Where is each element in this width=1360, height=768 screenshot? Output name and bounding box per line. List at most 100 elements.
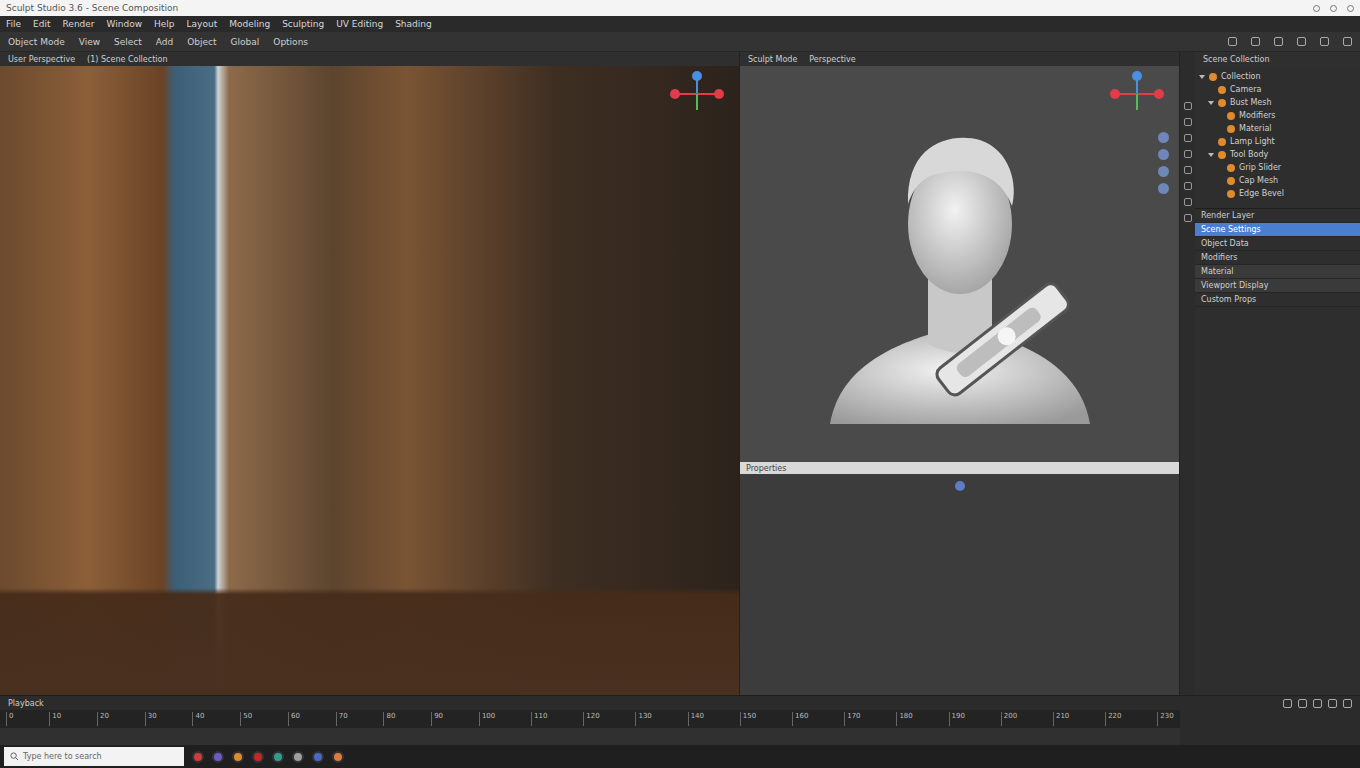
viewport-header: Sculpt ModePerspective bbox=[740, 52, 1179, 66]
menu-item[interactable]: Help bbox=[154, 19, 175, 29]
object-icon bbox=[1218, 99, 1226, 107]
playback-icon[interactable] bbox=[1283, 699, 1292, 708]
toolbar-item[interactable]: Object Mode bbox=[8, 37, 65, 47]
playback-icon[interactable] bbox=[1328, 699, 1337, 708]
menu-item[interactable]: File bbox=[6, 19, 21, 29]
maximize-icon[interactable] bbox=[1330, 5, 1337, 12]
tool-icon[interactable] bbox=[1320, 37, 1329, 46]
object-icon bbox=[1218, 86, 1226, 94]
timeline-tick: 150 bbox=[740, 712, 756, 726]
panel-divider[interactable]: Properties bbox=[740, 462, 1179, 474]
outliner-item[interactable]: Grip Slider bbox=[1199, 161, 1356, 174]
outliner-item[interactable]: Cap Mesh bbox=[1199, 174, 1356, 187]
app-icon[interactable] bbox=[232, 751, 244, 763]
app-icon[interactable] bbox=[332, 751, 344, 763]
menu-item[interactable]: Render bbox=[63, 19, 95, 29]
axis-gizmo-icon[interactable] bbox=[1107, 70, 1167, 114]
timeline-tick: 190 bbox=[949, 712, 965, 726]
menu-item[interactable]: Modeling bbox=[229, 19, 270, 29]
taskbar-search[interactable]: Type here to search bbox=[4, 747, 184, 766]
tool-icon[interactable] bbox=[1343, 37, 1352, 46]
close-icon[interactable] bbox=[1347, 5, 1354, 12]
outliner-label: Camera bbox=[1230, 85, 1261, 94]
outliner-tree: Collection Camera Bust Mesh ModifiersMateri… bbox=[1195, 66, 1360, 209]
tool-icon[interactable] bbox=[1297, 37, 1306, 46]
toolbar-item[interactable]: Add bbox=[156, 37, 173, 47]
timeline-tick: 120 bbox=[583, 712, 599, 726]
app-icon[interactable] bbox=[212, 751, 224, 763]
tab-icon[interactable] bbox=[1184, 150, 1192, 158]
left-viewport: User Perspective(1) Scene Collection bbox=[0, 52, 740, 695]
outliner-item[interactable]: Camera bbox=[1199, 83, 1356, 96]
timeline-tick: 40 bbox=[192, 712, 204, 726]
menu-item[interactable]: Shading bbox=[395, 19, 432, 29]
app-icon[interactable] bbox=[312, 751, 324, 763]
outliner-item[interactable]: Material bbox=[1199, 122, 1356, 135]
nav-icon[interactable] bbox=[1158, 132, 1169, 143]
playback-icon[interactable] bbox=[1298, 699, 1307, 708]
tool-icon[interactable] bbox=[1274, 37, 1283, 46]
tab-icon[interactable] bbox=[1184, 134, 1192, 142]
menu-item[interactable]: Sculpting bbox=[282, 19, 324, 29]
menu-item[interactable]: Window bbox=[107, 19, 143, 29]
tab-icon[interactable] bbox=[1184, 102, 1192, 110]
timeline-tick: 80 bbox=[383, 712, 395, 726]
playback-icon[interactable] bbox=[1313, 699, 1322, 708]
expand-icon[interactable] bbox=[1199, 75, 1205, 79]
timeline-track[interactable] bbox=[0, 728, 1180, 745]
property-row[interactable]: Render Layer bbox=[1195, 209, 1360, 223]
toolbar-item[interactable]: Select bbox=[114, 37, 142, 47]
outliner-item[interactable]: Bust Mesh bbox=[1199, 96, 1356, 109]
bust-model-icon[interactable] bbox=[810, 94, 1110, 434]
app-icon[interactable] bbox=[272, 751, 284, 763]
menu-item[interactable]: UV Editing bbox=[336, 19, 383, 29]
toolbar-item[interactable]: Global bbox=[231, 37, 260, 47]
outliner-item[interactable]: Tool Body bbox=[1199, 148, 1356, 161]
tab-icon[interactable] bbox=[1184, 166, 1192, 174]
property-row[interactable]: Viewport Display bbox=[1195, 279, 1360, 293]
outliner-item[interactable]: Modifiers bbox=[1199, 109, 1356, 122]
nav-icon[interactable] bbox=[1158, 149, 1169, 160]
playback-icon[interactable] bbox=[1343, 699, 1352, 708]
menu-item[interactable]: Edit bbox=[33, 19, 50, 29]
app-icon[interactable] bbox=[252, 751, 264, 763]
object-icon bbox=[1227, 177, 1235, 185]
outliner-item[interactable]: Collection bbox=[1199, 70, 1356, 83]
tab-icon[interactable] bbox=[1184, 198, 1192, 206]
app-icon[interactable] bbox=[192, 751, 204, 763]
menu-item[interactable]: Layout bbox=[187, 19, 218, 29]
property-tabs bbox=[1180, 52, 1195, 695]
outliner-item[interactable]: Lamp Light bbox=[1199, 135, 1356, 148]
outliner-label: Bust Mesh bbox=[1230, 98, 1271, 107]
minimize-icon[interactable] bbox=[1313, 5, 1320, 12]
property-row[interactable]: Object Data bbox=[1195, 237, 1360, 251]
taskbar: Type here to search bbox=[0, 745, 1360, 768]
axis-gizmo-icon[interactable] bbox=[667, 70, 727, 114]
reference-photo[interactable] bbox=[0, 66, 739, 695]
toolbar: Object Mode View Select Add Object Global Opti… bbox=[0, 32, 1360, 52]
timeline-ruler[interactable]: 0102030405060708090100110120130140150160… bbox=[0, 710, 1180, 728]
tool-icon[interactable] bbox=[1251, 37, 1260, 46]
nav-icon[interactable] bbox=[1158, 166, 1169, 177]
toolbar-item[interactable]: View bbox=[79, 37, 100, 47]
expand-icon[interactable] bbox=[1208, 101, 1214, 105]
toolbar-item[interactable]: Options bbox=[273, 37, 308, 47]
outliner-title: Scene Collection bbox=[1203, 55, 1270, 64]
app-icon[interactable] bbox=[292, 751, 304, 763]
tool-icon[interactable] bbox=[1228, 37, 1237, 46]
property-row[interactable]: Modifiers bbox=[1195, 251, 1360, 265]
expand-icon[interactable] bbox=[1208, 153, 1214, 157]
property-row[interactable]: Custom Props bbox=[1195, 293, 1360, 307]
workspace: User Perspective(1) Scene CollectionScul… bbox=[0, 52, 1360, 695]
property-label: Scene Settings bbox=[1201, 225, 1261, 234]
outliner-item[interactable]: Edge Bevel bbox=[1199, 187, 1356, 200]
toolbar-item[interactable]: Object bbox=[187, 37, 216, 47]
tab-icon[interactable] bbox=[1184, 214, 1192, 222]
property-row[interactable]: Material bbox=[1195, 265, 1360, 279]
nav-icon[interactable] bbox=[1158, 183, 1169, 194]
tab-icon[interactable] bbox=[1184, 118, 1192, 126]
sculpt-viewport[interactable] bbox=[740, 66, 1179, 462]
timeline-tick: 100 bbox=[479, 712, 495, 726]
tab-icon[interactable] bbox=[1184, 182, 1192, 190]
property-row[interactable]: Scene Settings bbox=[1195, 223, 1360, 237]
